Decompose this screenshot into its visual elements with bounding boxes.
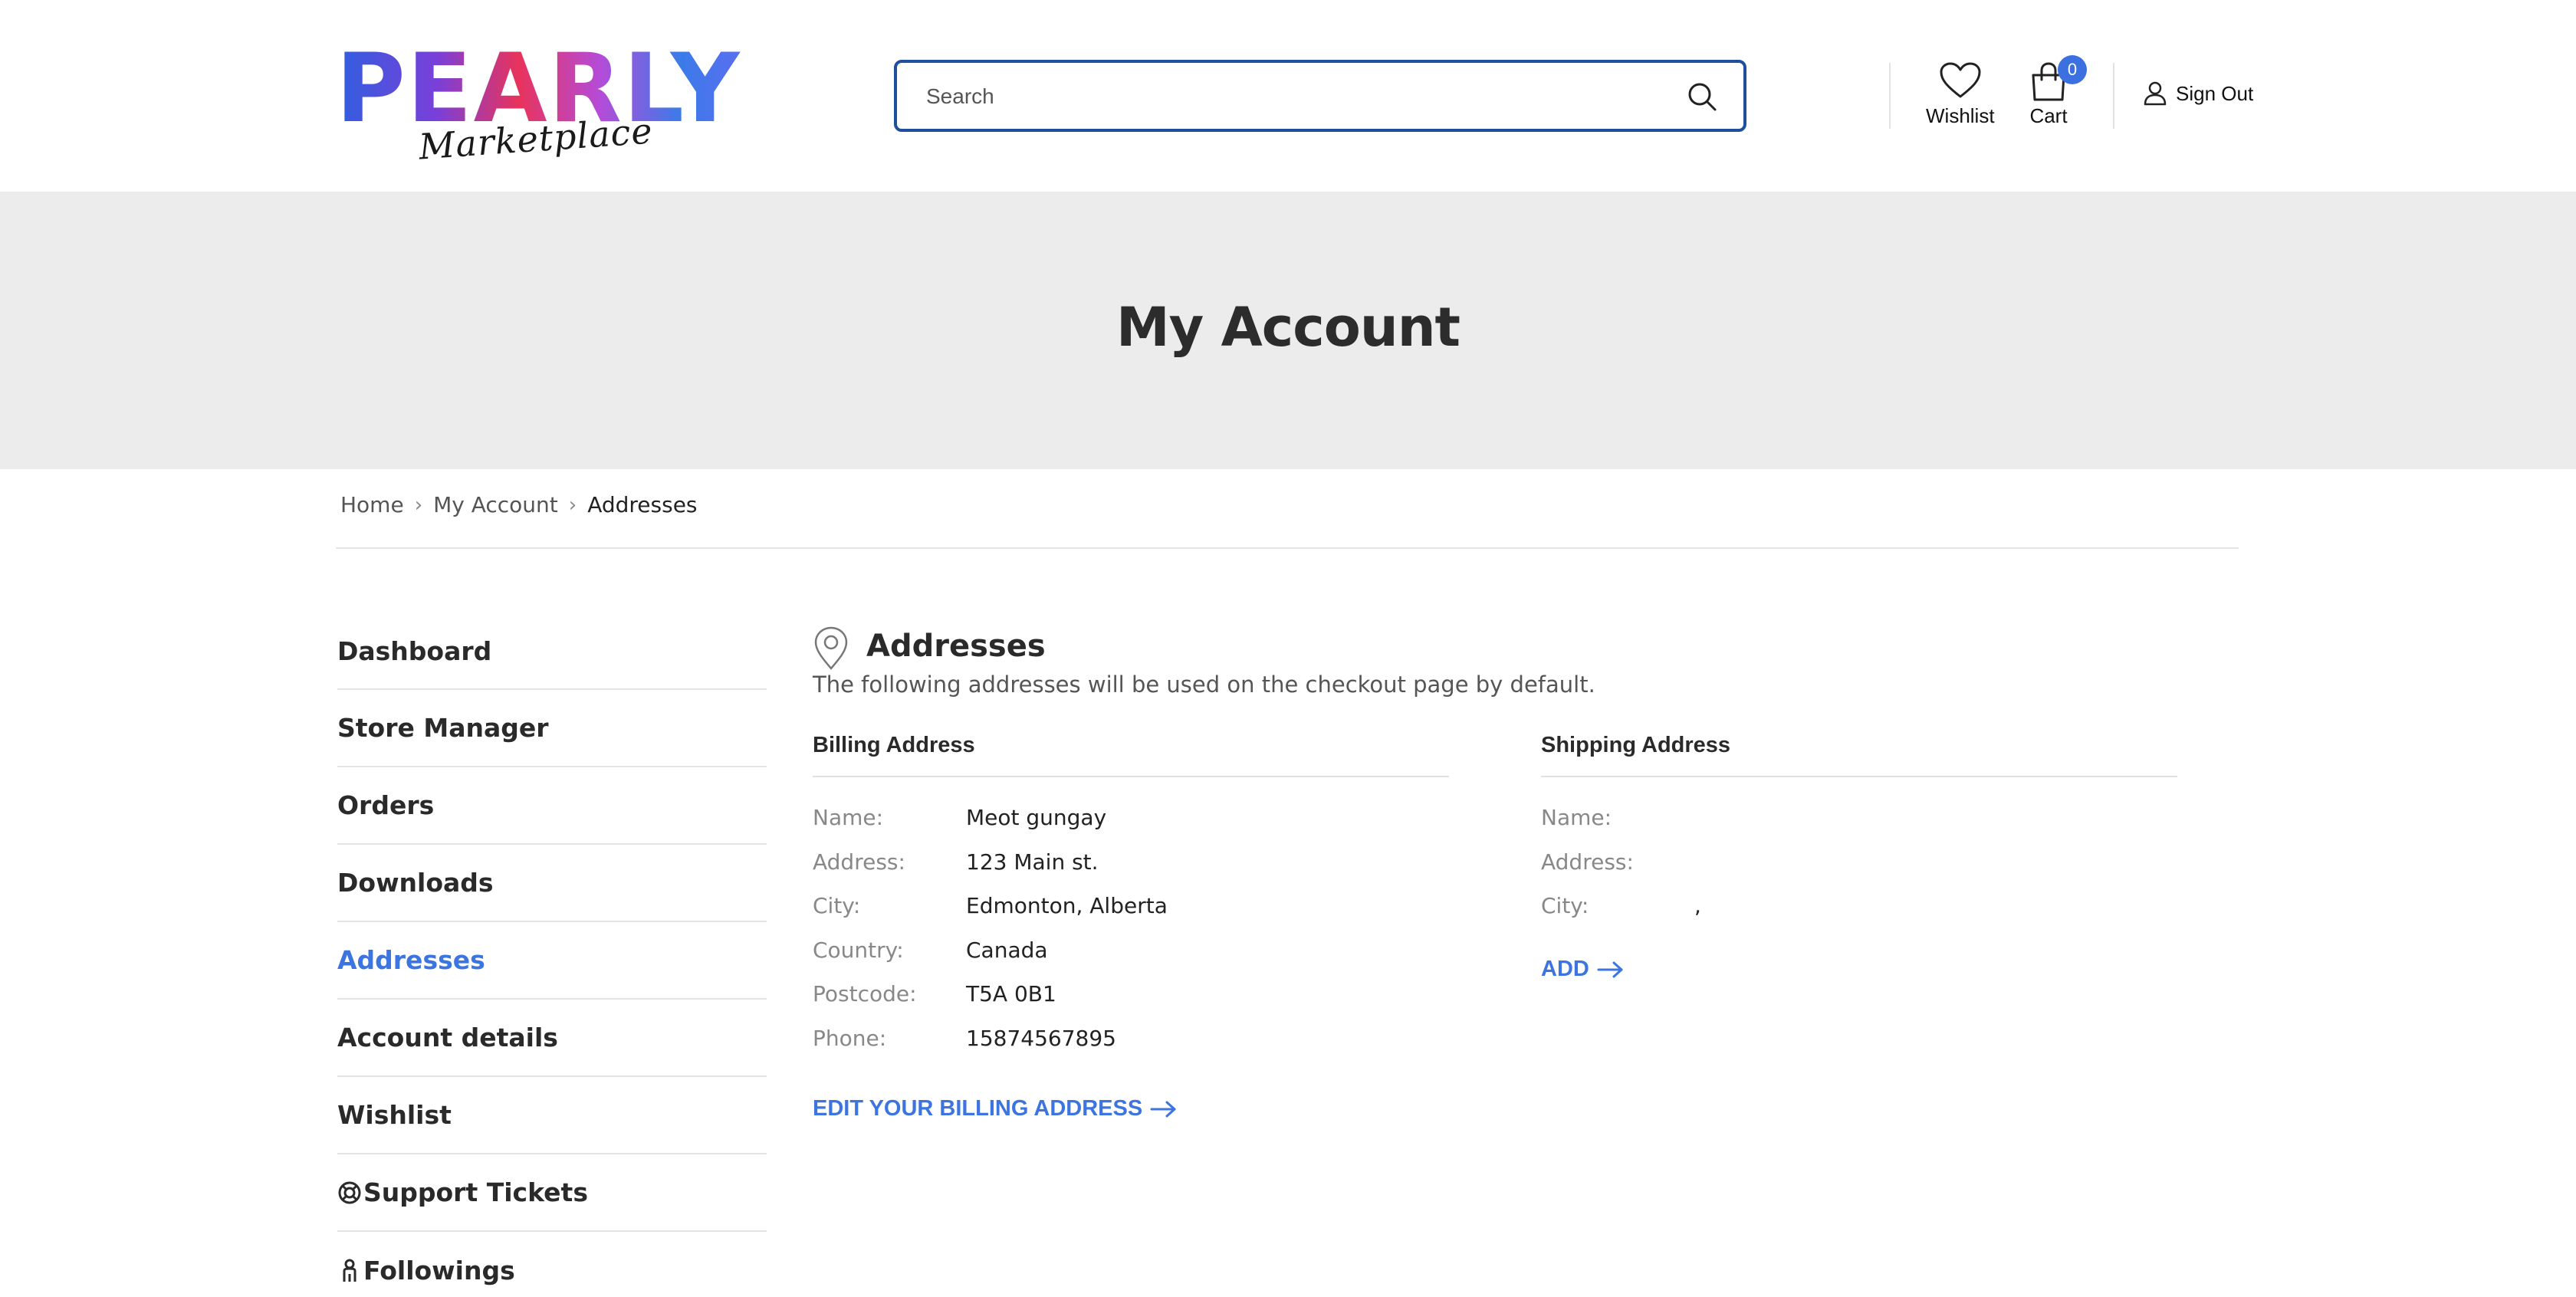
address-row: Postcode: T5A 0B1 — [813, 981, 1449, 1026]
cart-button[interactable]: 0 Cart — [2027, 55, 2087, 128]
address-row: Name: Meot gungay — [813, 805, 1449, 849]
header-divider — [1889, 63, 1891, 129]
field-label: City: — [813, 893, 861, 918]
field-value: 123 Main st. — [966, 849, 1099, 875]
field-label: Address: — [1541, 849, 1634, 875]
section-title: Addresses — [866, 629, 1046, 664]
header-divider — [2113, 63, 2114, 129]
sign-out-button[interactable]: Sign Out — [2144, 81, 2253, 106]
edit-billing-address-label: EDIT YOUR BILLING ADDRESS — [813, 1096, 1143, 1121]
location-pin-icon — [814, 626, 848, 670]
sidebar-item-wishlist[interactable]: Wishlist — [337, 1077, 767, 1154]
field-value: 15874567895 — [966, 1025, 1116, 1051]
page-title: My Account — [1116, 296, 1460, 359]
arrow-right-icon — [1150, 1101, 1176, 1117]
wishlist-button[interactable]: Wishlist — [1926, 61, 1995, 128]
field-value: , — [1694, 893, 1701, 918]
search-input[interactable] — [926, 80, 1654, 113]
shipping-address-heading: Shipping Address — [1541, 733, 2177, 777]
field-label: Country: — [813, 937, 904, 963]
sign-out-label: Sign Out — [2176, 81, 2254, 105]
cart-label: Cart — [2029, 104, 2068, 127]
breadcrumb: Home › My Account › Addresses — [340, 492, 698, 517]
heart-icon — [1940, 62, 1981, 98]
sidebar-item-orders[interactable]: Orders — [337, 767, 767, 845]
field-label: Name: — [813, 805, 884, 830]
address-row: Address: 123 Main st. — [813, 849, 1449, 894]
sidebar-item-support-tickets[interactable]: Support Tickets — [337, 1154, 767, 1232]
search-box — [894, 60, 1746, 132]
billing-address-heading: Billing Address — [813, 733, 1449, 777]
breadcrumb-my-account[interactable]: My Account — [433, 492, 558, 517]
lifebuoy-icon — [338, 1181, 361, 1203]
edit-billing-address-link[interactable]: EDIT YOUR BILLING ADDRESS — [813, 1096, 1178, 1121]
address-row: City: Edmonton, Alberta — [813, 893, 1449, 937]
address-row: Country: Canada — [813, 937, 1449, 982]
cart-count-badge: 0 — [2058, 55, 2087, 84]
field-value: Canada — [966, 937, 1048, 963]
add-shipping-address-link[interactable]: ADD — [1541, 957, 1625, 982]
breadcrumb-home[interactable]: Home — [340, 492, 404, 517]
section-description: The following addresses will be used on … — [813, 671, 1595, 698]
billing-address-details: Name: Meot gungay Address: 123 Main st. Ci… — [813, 805, 1449, 1069]
field-value: Meot gungay — [966, 805, 1107, 830]
sidebar-item-label: Downloads — [337, 868, 494, 898]
field-value: Edmonton, Alberta — [966, 893, 1168, 918]
pearly-logo[interactable]: PEARLY Marketplace — [336, 41, 740, 168]
sidebar-item-label: Store Manager — [337, 713, 549, 743]
field-value: T5A 0B1 — [966, 981, 1056, 1006]
field-label: City: — [1541, 893, 1589, 918]
wishlist-label: Wishlist — [1926, 104, 1995, 127]
billing-address-card: Billing Address Name: Meot gungay Address… — [813, 733, 1449, 1121]
sidebar-item-label: Support Tickets — [363, 1177, 588, 1207]
sidebar-item-addresses[interactable]: Addresses — [337, 922, 767, 1000]
user-icon — [2144, 81, 2167, 106]
sidebar-item-account-details[interactable]: Account details — [337, 1000, 767, 1077]
breadcrumb-divider — [336, 547, 2239, 549]
shipping-address-details: Name: Address: City:, — [1541, 805, 2177, 937]
shipping-address-card: Shipping Address Name: Address: City:, A… — [1541, 733, 2177, 981]
sidebar-item-label: Orders — [337, 790, 435, 820]
arrow-right-icon — [1597, 961, 1623, 977]
sidebar-item-label: Followings — [363, 1256, 515, 1286]
address-row: Phone: 15874567895 — [813, 1026, 1449, 1070]
person-icon — [343, 1259, 356, 1282]
page-banner: My Account — [0, 192, 2576, 469]
sidebar-item-store-manager[interactable]: Store Manager — [337, 690, 767, 767]
field-label: Postcode: — [813, 981, 917, 1006]
site-header: PEARLY Marketplace Wishlist 0 Cart — [0, 0, 2576, 192]
sidebar-item-label: Wishlist — [337, 1100, 452, 1130]
address-row: Address: — [1541, 849, 2177, 894]
field-label: Address: — [813, 849, 905, 875]
field-label: Phone: — [813, 1025, 887, 1051]
add-shipping-address-label: ADD — [1541, 957, 1589, 981]
sidebar-item-downloads[interactable]: Downloads — [337, 845, 767, 922]
account-sidebar: Dashboard Store Manager Orders Downloads… — [337, 613, 767, 1297]
sidebar-item-label: Addresses — [337, 945, 485, 975]
search-icon[interactable] — [1685, 80, 1719, 113]
sidebar-item-followings[interactable]: Followings — [337, 1232, 767, 1297]
field-label: Name: — [1541, 805, 1612, 830]
address-row: Name: — [1541, 805, 2177, 849]
breadcrumb-current: Addresses — [587, 492, 698, 517]
chevron-right-icon: › — [414, 493, 423, 517]
sidebar-item-label: Dashboard — [337, 635, 492, 666]
sidebar-item-dashboard[interactable]: Dashboard — [337, 613, 767, 690]
address-row: City:, — [1541, 893, 2177, 937]
chevron-right-icon: › — [568, 493, 577, 517]
sidebar-item-label: Account details — [337, 1023, 558, 1052]
